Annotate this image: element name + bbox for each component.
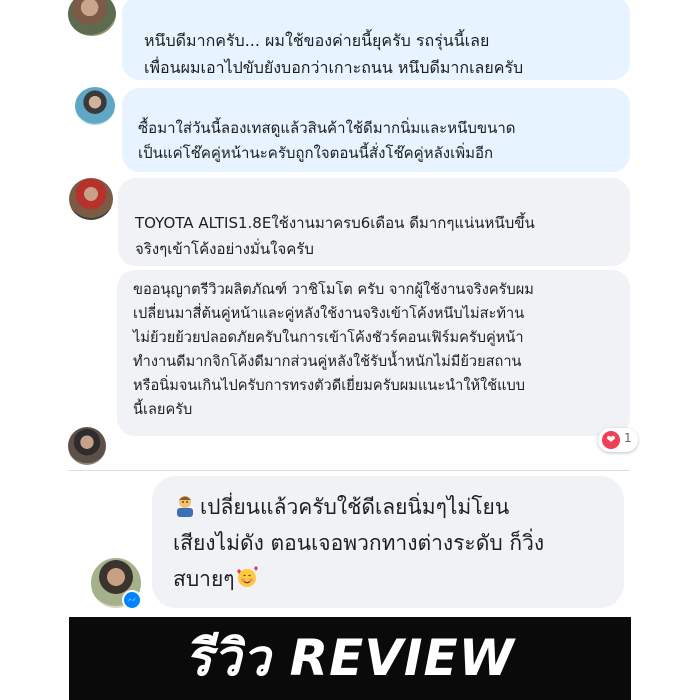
comment-text-line: หรือนิ่มจนเกินไปครับการทรงตัวดีเยี่ยมครั…: [133, 377, 526, 394]
comment-bubble: ขออนุญาตรีวิวผลิตภัณฑ์ วาชิโมโต ครับ จาก…: [117, 270, 630, 436]
comment-text-line: นี้เลยครับ: [133, 401, 193, 418]
comment-text-line: ขออนุญาตรีวิวผลิตภัณฑ์ วาชิโมโต ครับ จาก…: [133, 281, 534, 298]
comment-text-line: เพื่อนผมเอาไปขับยังบอกว่าเกาะถนน หนึบดีม…: [144, 58, 524, 77]
commenter-avatar[interactable]: [68, 0, 116, 36]
comment-text-line: ซื้อมาใส่วันนี้ลองเทสดูแล้วสินค้าใช้ดีมา…: [138, 119, 516, 137]
comment-text-line: ไม่ย้วยย้วยปลอดภัยครับในการเข้าโค้งชัวร์…: [133, 329, 524, 346]
banner-title: รีวิว REVIEW: [185, 629, 515, 687]
comment-text-line: ทำงานดีมากจิกโค้งดีมากส่วนคู่หลังใช้รับน…: [133, 353, 522, 370]
comment-text-line: หนึบดีมากครับ... ผมใช้ของค่ายนี้ยุครับ ร…: [144, 31, 490, 50]
review-banner: รีวิว REVIEW: [69, 617, 631, 700]
comment-bubble: TOYOTA ALTIS1.8Eใช้งานมาครบ6เดือน ดีมากๆ…: [118, 178, 630, 266]
messenger-bubble: เปลี่ยนแล้วครับใช้ดีเลยนิ่มๆไม่โยน เสียง…: [152, 476, 624, 608]
commenter-avatar[interactable]: [75, 87, 115, 125]
heart-icon: ❤: [602, 431, 620, 449]
commenter-avatar[interactable]: [69, 178, 113, 220]
comment-bubble: ซื้อมาใส่วันนี้ลองเทสดูแล้วสินค้าใช้ดีมา…: [122, 88, 630, 172]
commenter-avatar[interactable]: [68, 427, 106, 465]
reaction-summary[interactable]: ❤ 1: [598, 428, 638, 452]
comment-text-line: เป็นแค่โช๊คคู่หน้านะครับถูกใจตอนนี้สั่งโ…: [138, 144, 494, 162]
reaction-count: 1: [624, 431, 632, 445]
comment-text-line: จริงๆเข้าโค้งอย่างมั่นใจครับ: [135, 240, 314, 258]
smiling-face-with-hearts-emoji-icon: [236, 566, 258, 587]
message-text: เปลี่ยนแล้วครับใช้ดีเลยนิ่มๆไม่โยน: [200, 495, 510, 519]
messenger-icon: [122, 590, 142, 610]
section-divider: [68, 470, 630, 471]
message-text: สบายๆ: [173, 567, 235, 591]
message-text-line: เปลี่ยนแล้วครับใช้ดีเลยนิ่มๆไม่โยน: [173, 490, 509, 524]
message-text-line: เสียงไม่ดัง ตอนเจอพวกทางต่างระดับ ก็วิ่ง: [173, 531, 545, 555]
comment-text-line: TOYOTA ALTIS1.8Eใช้งานมาครบ6เดือน ดีมากๆ…: [135, 214, 535, 232]
comment-text-line: เปลี่ยนมาสี่ต้นคู่หน้าและคู่หลังใช้งานจร…: [133, 305, 525, 322]
comment-bubble: หนึบดีมากครับ... ผมใช้ของค่ายนี้ยุครับ ร…: [122, 0, 630, 80]
mechanic-emoji-icon: [177, 496, 193, 517]
message-text-line: สบายๆ: [173, 562, 262, 596]
